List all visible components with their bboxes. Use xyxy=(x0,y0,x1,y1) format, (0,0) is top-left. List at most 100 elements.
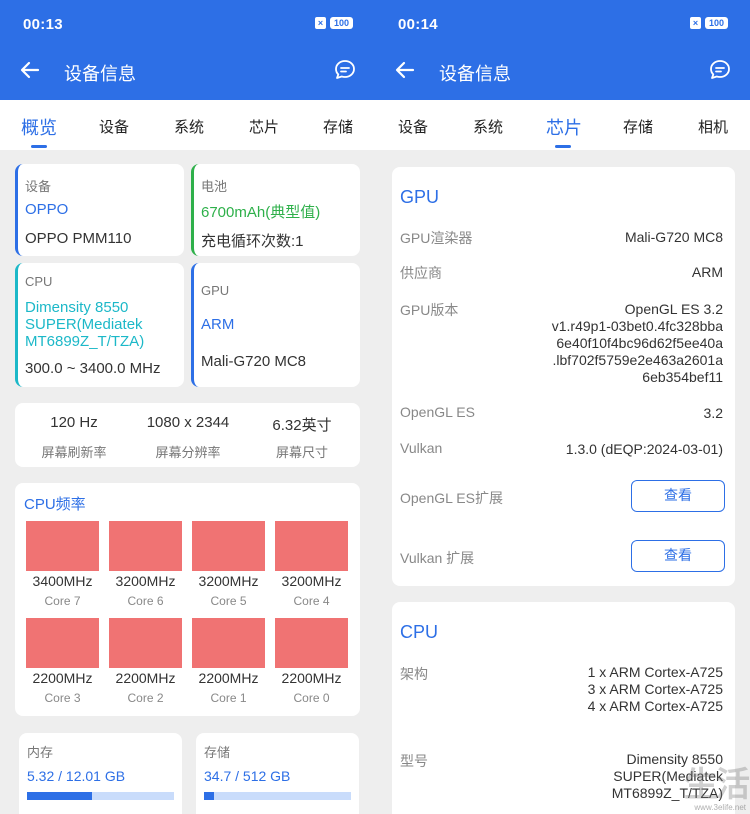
core-name: Core 6 xyxy=(127,594,164,608)
right-screen: 00:14 × 100 设备信息 设备 系统 芯片 存储 相机 GPU GPU渲… xyxy=(375,0,750,814)
core-frequency: 3200MHz xyxy=(198,573,259,589)
feedback-icon[interactable] xyxy=(333,58,357,82)
refresh-rate-value: 120 Hz xyxy=(50,414,98,431)
tab-camera[interactable]: 相机 xyxy=(698,116,728,137)
tab-indicator xyxy=(555,145,571,148)
tab-overview[interactable]: 概览 xyxy=(21,114,57,140)
gpu-model: Mali-G720 MC8 xyxy=(201,353,307,370)
cpu-arch-value: 1 x ARM Cortex-A725 3 x ARM Cortex-A725 … xyxy=(588,664,723,715)
vulkan-ext-label: Vulkan 扩展 xyxy=(400,550,475,566)
tab-bar: 概览 设备 系统 芯片 存储 xyxy=(0,100,375,150)
cpu-name-line: MT6899Z_T/TZA) xyxy=(25,333,145,350)
battery-label: 电池 xyxy=(201,179,228,194)
core-load-bar xyxy=(109,521,182,571)
battery-icon: 100 xyxy=(330,17,353,29)
core-load-bar xyxy=(275,618,348,668)
core-frequency: 3400MHz xyxy=(32,573,93,589)
storage-value: 34.7 / 512 GB xyxy=(204,768,291,784)
page-title: 设备信息 xyxy=(64,64,136,84)
gpu-version-value: OpenGL ES 3.2 v1.r49p1-03bet0.4fc328bba … xyxy=(552,301,723,386)
core-frequency: 2200MHz xyxy=(198,670,259,686)
tab-storage[interactable]: 存储 xyxy=(323,116,353,137)
gpu-version-label: GPU版本 xyxy=(400,302,459,318)
cpu-freq-range: 300.0 ~ 3400.0 MHz xyxy=(25,360,161,377)
core-frequency: 3200MHz xyxy=(281,573,342,589)
storage-card[interactable]: 存储 34.7 / 512 GB xyxy=(196,733,359,814)
gpu-renderer-label: GPU渲染器 xyxy=(400,230,473,246)
device-model: OPPO PMM110 xyxy=(25,230,132,247)
resolution-label: 屏幕分辨率 xyxy=(155,445,221,460)
core-name: Core 0 xyxy=(293,691,330,705)
cpu-model-label: 型号 xyxy=(400,753,428,769)
tab-system[interactable]: 系统 xyxy=(473,116,503,137)
storage-bar-fill xyxy=(204,792,214,800)
memory-card[interactable]: 内存 5.32 / 12.01 GB xyxy=(19,733,182,814)
tab-indicator xyxy=(31,145,47,148)
core-load-bar xyxy=(26,618,99,668)
vulkan-label: Vulkan xyxy=(400,440,443,456)
cpu-label: CPU xyxy=(25,274,53,289)
cpu-frequency-title: CPU频率 xyxy=(24,496,86,513)
memory-label: 内存 xyxy=(27,745,54,760)
device-label: 设备 xyxy=(25,179,52,194)
status-time: 00:13 xyxy=(23,16,63,33)
gpu-label: GPU xyxy=(201,283,230,298)
vulkan-value: 1.3.0 (dEQP:2024-03-01) xyxy=(565,441,723,457)
gpu-version-line: OpenGL ES 3.2 xyxy=(624,301,723,317)
cpu-arch-label: 架构 xyxy=(400,666,428,682)
status-time: 00:14 xyxy=(398,16,438,33)
core-name: Core 3 xyxy=(44,691,81,705)
cpu-name-line: Dimensity 8550 xyxy=(25,299,129,316)
core-frequency: 2200MHz xyxy=(32,670,93,686)
gpu-vendor-value: ARM xyxy=(691,264,723,280)
core-name: Core 5 xyxy=(210,594,247,608)
device-card[interactable]: 设备 OPPO OPPO PMM110 xyxy=(15,164,184,256)
core-load-bar xyxy=(192,618,265,668)
cpu-frequency-card[interactable]: CPU频率 3400MHz Core 7 3200MHz Core 6 3200MHz C… xyxy=(15,483,360,716)
gpu-card[interactable]: GPU ARM Mali-G720 MC8 xyxy=(191,263,360,387)
app-bar: 00:13 × 100 设备信息 xyxy=(0,0,375,100)
cpu-card[interactable]: CPU Dimensity 8550 SUPER(Mediatek MT6899… xyxy=(15,263,184,387)
tab-system[interactable]: 系统 xyxy=(174,116,204,137)
app-bar: 00:14 × 100 设备信息 xyxy=(375,0,750,100)
back-arrow-icon[interactable] xyxy=(18,58,42,82)
cpu-arch-line: 4 x ARM Cortex-A725 xyxy=(587,698,723,714)
core-frequency: 2200MHz xyxy=(115,670,176,686)
gpu-section-card: GPU GPU渲染器 Mali-G720 MC8 供应商 ARM GPU版本 O… xyxy=(392,167,735,586)
core-load-bar xyxy=(275,521,348,571)
tab-chip[interactable]: 芯片 xyxy=(546,114,582,140)
opengl-ext-label: OpenGL ES扩展 xyxy=(400,490,503,506)
gpu-version-line: 6eb354bef11 xyxy=(642,369,723,385)
cpu-name-line: SUPER(Mediatek xyxy=(25,316,143,333)
tab-device[interactable]: 设备 xyxy=(398,116,428,137)
battery-card[interactable]: 电池 6700mAh(典型值) 充电循环次数:1 xyxy=(191,164,360,256)
left-screen: 00:13 × 100 设备信息 概览 设备 系统 芯片 存储 设备 OPPO … xyxy=(0,0,375,814)
core-load-bar xyxy=(26,521,99,571)
tab-chip[interactable]: 芯片 xyxy=(249,116,279,137)
gpu-version-line: .lbf702f5759e2e463a2601a xyxy=(552,352,723,368)
core-name: Core 4 xyxy=(293,594,330,608)
refresh-rate-label: 屏幕刷新率 xyxy=(41,445,107,460)
cpu-name: Dimensity 8550 SUPER(Mediatek MT6899Z_T/… xyxy=(25,299,144,350)
back-arrow-icon[interactable] xyxy=(393,58,417,82)
feedback-icon[interactable] xyxy=(708,58,732,82)
sim-icon: × xyxy=(690,17,701,29)
device-brand: OPPO xyxy=(25,201,69,218)
memory-value: 5.32 / 12.01 GB xyxy=(27,768,126,784)
vulkan-ext-view-button[interactable]: 查看 xyxy=(631,540,725,572)
gpu-version-line: v1.r49p1-03bet0.4fc328bba xyxy=(551,318,723,334)
screen-card[interactable]: 120 Hz 屏幕刷新率 1080 x 2344 屏幕分辨率 6.32英寸 屏幕… xyxy=(15,403,360,467)
cpu-arch-line: 1 x ARM Cortex-A725 xyxy=(587,664,723,680)
opengl-es-label: OpenGL ES xyxy=(400,404,475,420)
core-name: Core 2 xyxy=(127,691,164,705)
tab-device[interactable]: 设备 xyxy=(99,116,129,137)
resolution-value: 1080 x 2344 xyxy=(146,414,230,431)
battery-cycles: 充电循环次数:1 xyxy=(201,233,304,250)
core-load-bar xyxy=(192,521,265,571)
screen-size-label: 屏幕尺寸 xyxy=(275,445,328,460)
tab-storage[interactable]: 存储 xyxy=(623,116,653,137)
page-title: 设备信息 xyxy=(439,64,511,84)
sim-icon: × xyxy=(315,17,326,29)
opengl-ext-view-button[interactable]: 查看 xyxy=(631,480,725,512)
core-name: Core 7 xyxy=(44,594,81,608)
